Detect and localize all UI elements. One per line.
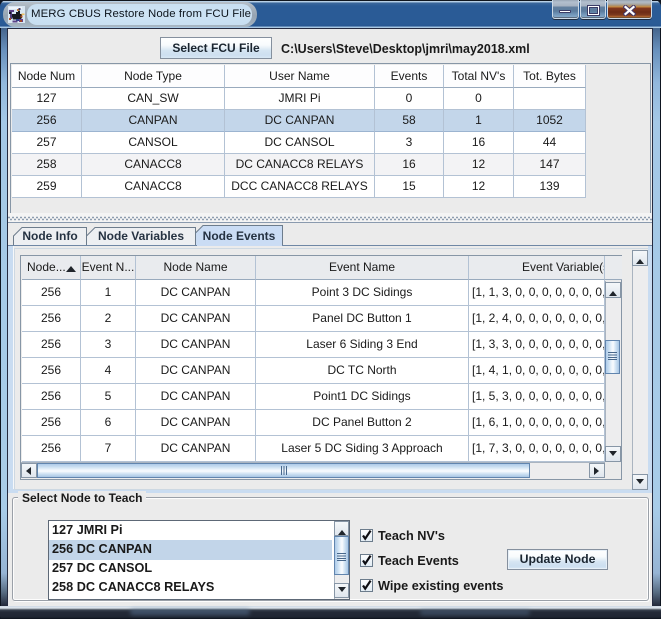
svg-text:Node Variables: Node Variables [98, 229, 184, 243]
svg-text:Node Info: Node Info [22, 229, 77, 243]
svg-text:Node Events: Node Events [203, 229, 276, 243]
